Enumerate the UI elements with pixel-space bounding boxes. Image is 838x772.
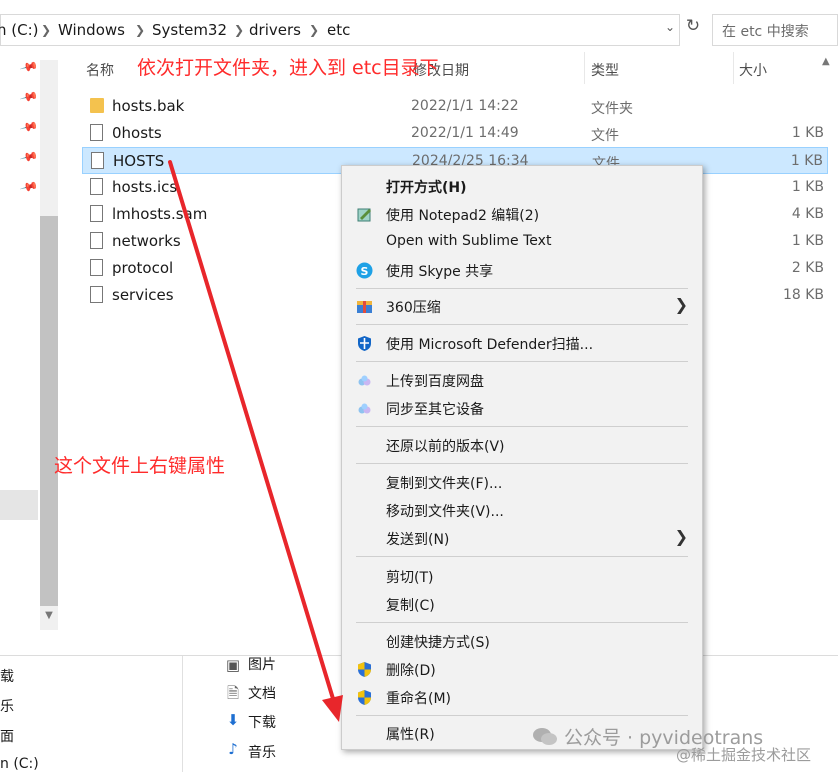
watermark-sub: @稀土掘金技术社区	[676, 746, 812, 764]
wechat-icon	[532, 727, 558, 747]
annotation-arrow	[168, 160, 343, 722]
